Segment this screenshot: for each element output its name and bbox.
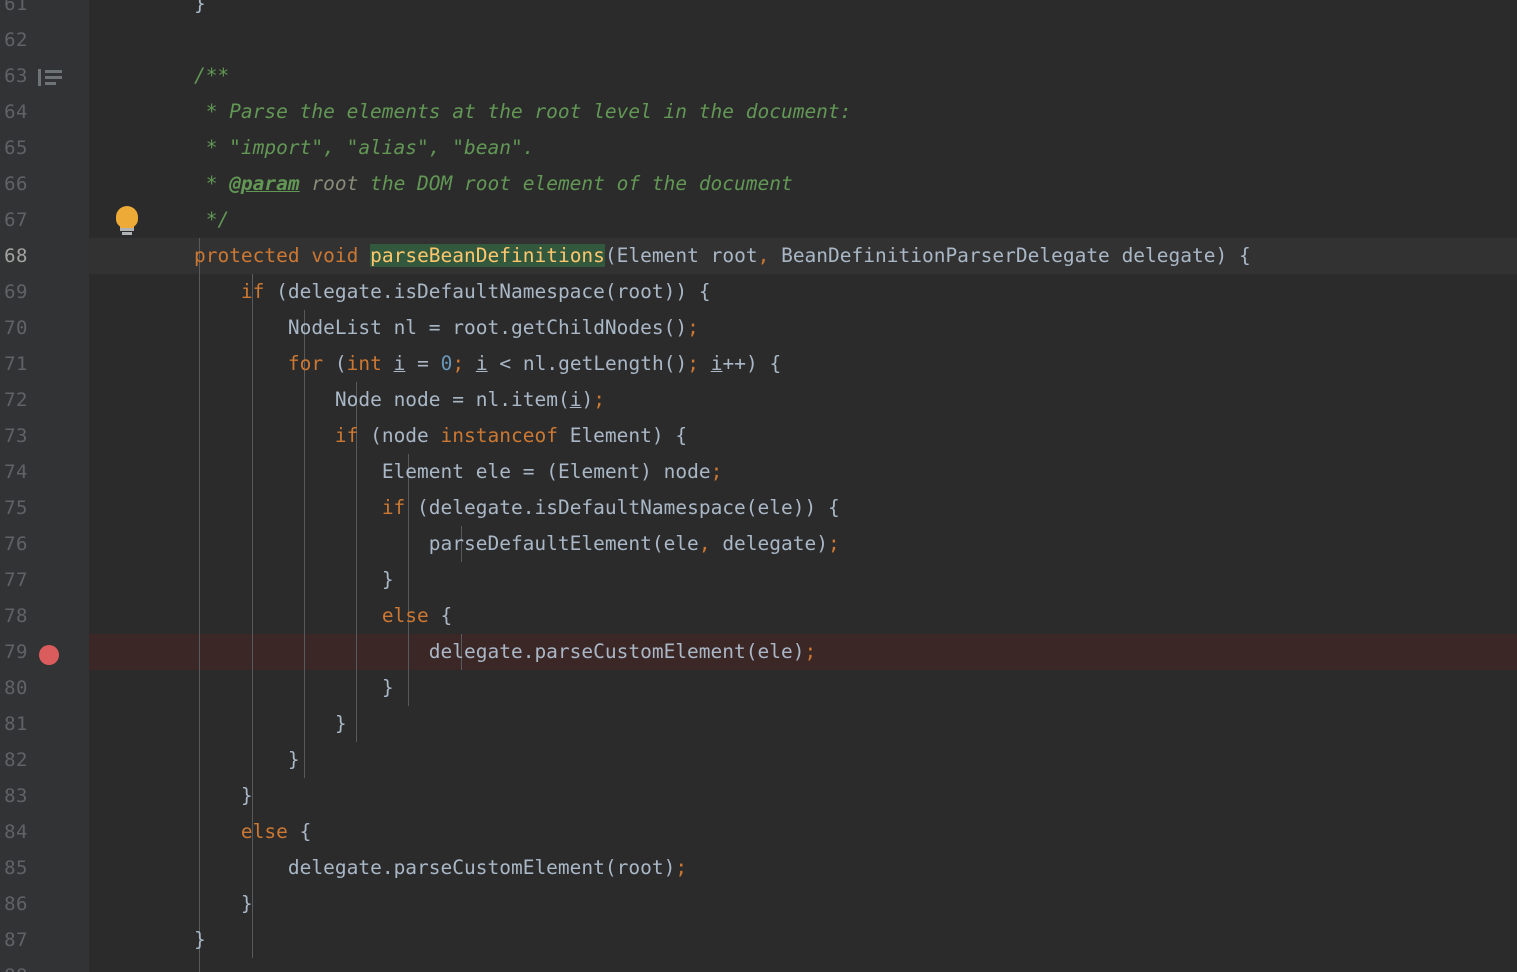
gutter-row[interactable]: 68 [0, 238, 89, 274]
gutter-row[interactable]: 64 [0, 94, 89, 130]
code-line[interactable]: Node node = nl.item(i); [89, 382, 1517, 418]
line-number: 65 [4, 137, 28, 159]
code-line[interactable]: if (delegate.isDefaultNamespace(ele)) { [89, 490, 1517, 526]
code-line[interactable]: } [89, 562, 1517, 598]
code-line[interactable]: * Parse the elements at the root level i… [89, 94, 1517, 130]
gutter-row[interactable]: 63 [0, 58, 89, 94]
code-line[interactable]: * @param root the DOM root element of th… [89, 166, 1517, 202]
line-number: 82 [4, 749, 28, 771]
gutter-row[interactable]: 86 [0, 886, 89, 922]
gutter-row[interactable]: 72 [0, 382, 89, 418]
code-line[interactable]: delegate.parseCustomElement(ele); [89, 634, 1517, 670]
gutter-row[interactable]: 67 [0, 202, 89, 238]
gutter-row[interactable]: 87 [0, 922, 89, 958]
line-number: 84 [4, 821, 28, 843]
line-number: 64 [4, 101, 28, 123]
code-line[interactable]: else { [89, 814, 1517, 850]
code-line[interactable]: } [89, 742, 1517, 778]
line-number: 76 [4, 533, 28, 555]
editor-gutter[interactable]: 61 62 63 64 65 66 67 68 69 70 71 72 73 74 75 76 77 78 79 80… [0, 0, 89, 972]
code-line[interactable]: NodeList nl = root.getChildNodes(); [89, 310, 1517, 346]
code-line[interactable]: /** [89, 58, 1517, 94]
gutter-row[interactable]: 82 [0, 742, 89, 778]
gutter-row[interactable]: 80 [0, 670, 89, 706]
gutter-row[interactable]: 81 [0, 706, 89, 742]
line-number: 83 [4, 785, 28, 807]
code-line[interactable]: } [89, 886, 1517, 922]
code-line[interactable]: else { [89, 598, 1517, 634]
gutter-row[interactable]: 84 [0, 814, 89, 850]
code-line[interactable]: delegate.parseCustomElement(root); [89, 850, 1517, 886]
line-number: 71 [4, 353, 28, 375]
line-number: 67 [4, 209, 28, 231]
line-number: 66 [4, 173, 28, 195]
code-editor[interactable]: 61 62 63 64 65 66 67 68 69 70 71 72 73 74 75 76 77 78 79 80… [0, 0, 1517, 972]
line-number: 68 [4, 245, 28, 267]
gutter-row[interactable]: 78 [0, 598, 89, 634]
gutter-row[interactable]: 88 [0, 958, 89, 972]
code-content-area[interactable]: } /** * Parse the elements at the root l… [89, 0, 1517, 972]
code-line[interactable]: parseDefaultElement(ele, delegate); [89, 526, 1517, 562]
gutter-row[interactable]: 69 [0, 274, 89, 310]
code-line[interactable]: } [89, 670, 1517, 706]
code-line[interactable]: } [89, 778, 1517, 814]
line-number: 70 [4, 317, 28, 339]
gutter-row[interactable]: 66 [0, 166, 89, 202]
code-line[interactable]: if (node instanceof Element) { [89, 418, 1517, 454]
gutter-row[interactable]: 71 [0, 346, 89, 382]
gutter-row[interactable]: 77 [0, 562, 89, 598]
gutter-row[interactable]: 74 [0, 454, 89, 490]
gutter-row[interactable]: 85 [0, 850, 89, 886]
javadoc-fold-icon[interactable] [38, 69, 62, 86]
line-number: 62 [4, 29, 28, 51]
line-number: 80 [4, 677, 28, 699]
gutter-row[interactable]: 65 [0, 130, 89, 166]
line-number: 75 [4, 497, 28, 519]
code-line[interactable]: if (delegate.isDefaultNamespace(root)) { [89, 274, 1517, 310]
code-line[interactable]: } [89, 0, 1517, 22]
code-line[interactable] [89, 958, 1517, 972]
line-number: 78 [4, 605, 28, 627]
code-line[interactable]: for (int i = 0; i < nl.getLength(); i++)… [89, 346, 1517, 382]
line-number: 74 [4, 461, 28, 483]
gutter-row[interactable]: 75 [0, 490, 89, 526]
line-number: 61 [4, 0, 28, 15]
gutter-row[interactable]: 79 [0, 634, 89, 670]
code-line[interactable]: protected void parseBeanDefinitions(Elem… [89, 238, 1517, 274]
line-number: 87 [4, 929, 28, 951]
line-number: 79 [4, 641, 28, 663]
code-line[interactable]: */ [89, 202, 1517, 238]
breakpoint-marker-icon[interactable] [39, 645, 59, 665]
line-number: 86 [4, 893, 28, 915]
line-number: 85 [4, 857, 28, 879]
gutter-row[interactable]: 70 [0, 310, 89, 346]
gutter-row[interactable]: 62 [0, 22, 89, 58]
line-number: 88 [0, 958, 28, 972]
line-number: 69 [4, 281, 28, 303]
gutter-row[interactable]: 83 [0, 778, 89, 814]
gutter-row[interactable]: 61 [0, 0, 89, 22]
line-number: 81 [4, 713, 28, 735]
intention-bulb-icon[interactable] [113, 206, 141, 235]
code-line[interactable]: * "import", "alias", "bean". [89, 130, 1517, 166]
line-number: 72 [4, 389, 28, 411]
line-number: 73 [4, 425, 28, 447]
code-line[interactable]: } [89, 706, 1517, 742]
line-number: 77 [4, 569, 28, 591]
gutter-row[interactable]: 76 [0, 526, 89, 562]
code-line[interactable] [89, 22, 1517, 58]
code-line[interactable]: Element ele = (Element) node; [89, 454, 1517, 490]
gutter-row[interactable]: 73 [0, 418, 89, 454]
code-line[interactable]: } [89, 922, 1517, 958]
line-number: 63 [4, 65, 28, 87]
